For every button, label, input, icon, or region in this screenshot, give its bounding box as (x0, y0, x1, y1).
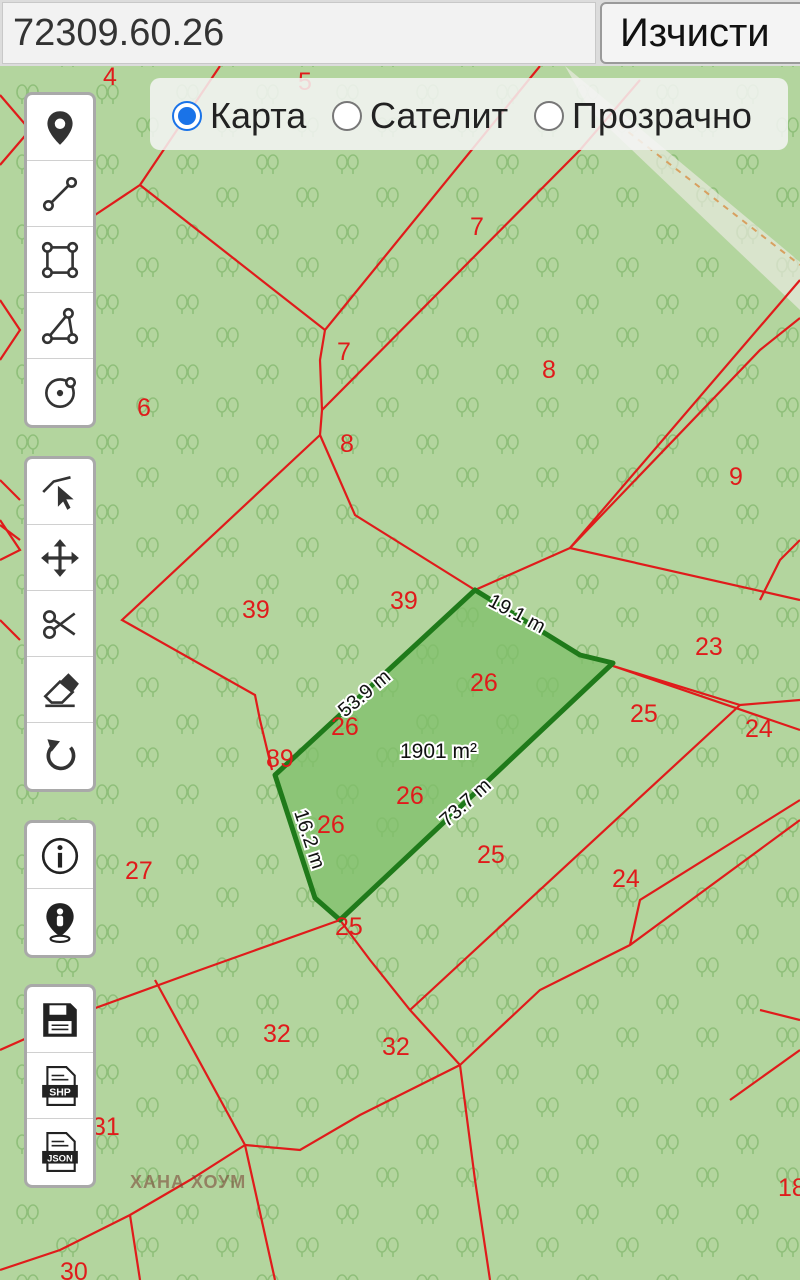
parcel-label: 25 (335, 913, 363, 941)
parcel-label: 7 (337, 338, 351, 366)
parcel-label: 24 (612, 865, 640, 893)
info-button[interactable] (27, 823, 93, 889)
eraser-icon (43, 672, 79, 707)
parcel-label: 31 (92, 1113, 120, 1141)
draw-polyline-button[interactable] (27, 161, 93, 227)
shp-file-icon: SHP (42, 1065, 78, 1106)
draw-toolbar (24, 92, 96, 428)
edit-toolbar (24, 456, 96, 792)
parcel-label: 8 (542, 356, 556, 384)
parcel-label: 6 (137, 394, 151, 422)
radio-icon[interactable] (332, 101, 362, 131)
rotate-button[interactable] (27, 723, 93, 789)
layer-option-label: Сателит (370, 95, 509, 136)
layer-option-label: Прозрачно (572, 95, 752, 136)
rectangle-icon (41, 241, 79, 278)
cut-icon (42, 609, 76, 639)
locate-person-icon (46, 903, 74, 943)
parcel-label: 7 (470, 213, 484, 241)
parcel-label: 39 (390, 587, 418, 615)
watermark: ХАНА ХОУМ (130, 1172, 247, 1192)
export-shp-button[interactable]: SHP (27, 1053, 93, 1119)
layer-option-map[interactable]: Карта (172, 95, 306, 137)
info-icon (41, 837, 79, 874)
layer-option-label: Карта (210, 95, 307, 136)
info-toolbar (24, 820, 96, 958)
parcel-label: 25 (630, 700, 658, 728)
parcel-label: 27 (125, 857, 153, 885)
export-toolbar: SHP JSON (24, 984, 96, 1188)
parcel-label: 32 (263, 1020, 291, 1048)
draw-rectangle-button[interactable] (27, 227, 93, 293)
json-badge-text: JSON (47, 1153, 73, 1164)
edit-vertices-button[interactable] (27, 459, 93, 525)
erase-button[interactable] (27, 657, 93, 723)
layer-option-transparent[interactable]: Прозрачно (534, 95, 752, 137)
locate-person-button[interactable] (27, 889, 93, 955)
parcel-label: 18 (778, 1174, 800, 1202)
draw-circle-button[interactable] (27, 359, 93, 425)
parcel-label: 39 (242, 596, 270, 624)
edit-vertices-icon (42, 475, 74, 510)
marker-icon (47, 110, 73, 145)
shp-badge-text: SHP (49, 1086, 71, 1098)
radio-selected-icon[interactable] (172, 101, 202, 131)
search-input[interactable] (2, 2, 596, 64)
parcel-label: 26 (396, 782, 424, 810)
parcel-label: 26 (470, 669, 498, 697)
drag-button[interactable] (27, 525, 93, 591)
radio-icon[interactable] (534, 101, 564, 131)
drag-icon (41, 538, 79, 577)
save-icon (43, 1002, 77, 1037)
cut-button[interactable] (27, 591, 93, 657)
parcel-label: 30 (60, 1258, 88, 1280)
clear-button[interactable]: Изчисти (600, 2, 800, 64)
parcel-label: 24 (745, 715, 773, 743)
layer-option-satellite[interactable]: Сателит (332, 95, 508, 137)
cadastral-map[interactable]: 4 5 7 7 8 8 6 9 39 39 23 26 25 24 26 89 … (0, 66, 800, 1280)
parcel-label: 8 (340, 430, 354, 458)
rotate-icon (46, 739, 76, 771)
area-label: 1901 m² (400, 740, 477, 763)
circle-icon (45, 377, 77, 409)
json-file-icon: JSON (42, 1132, 78, 1172)
parcel-label: 23 (695, 633, 723, 661)
parcel-label: 25 (477, 841, 505, 869)
parcel-label: 32 (382, 1033, 410, 1061)
draw-marker-button[interactable] (27, 95, 93, 161)
parcel-label: 4 (103, 66, 117, 91)
draw-polygon-button[interactable] (27, 293, 93, 359)
parcel-label: 89 (266, 745, 294, 773)
parcel-label: 9 (729, 463, 743, 491)
top-bar: Изчисти (0, 0, 800, 66)
save-button[interactable] (27, 987, 93, 1053)
export-json-button[interactable]: JSON (27, 1119, 93, 1185)
polygon-icon (41, 307, 79, 344)
parcel-label: 26 (317, 811, 345, 839)
polyline-icon (42, 176, 78, 211)
layer-switcher: Карта Сателит Прозрачно (150, 78, 788, 150)
